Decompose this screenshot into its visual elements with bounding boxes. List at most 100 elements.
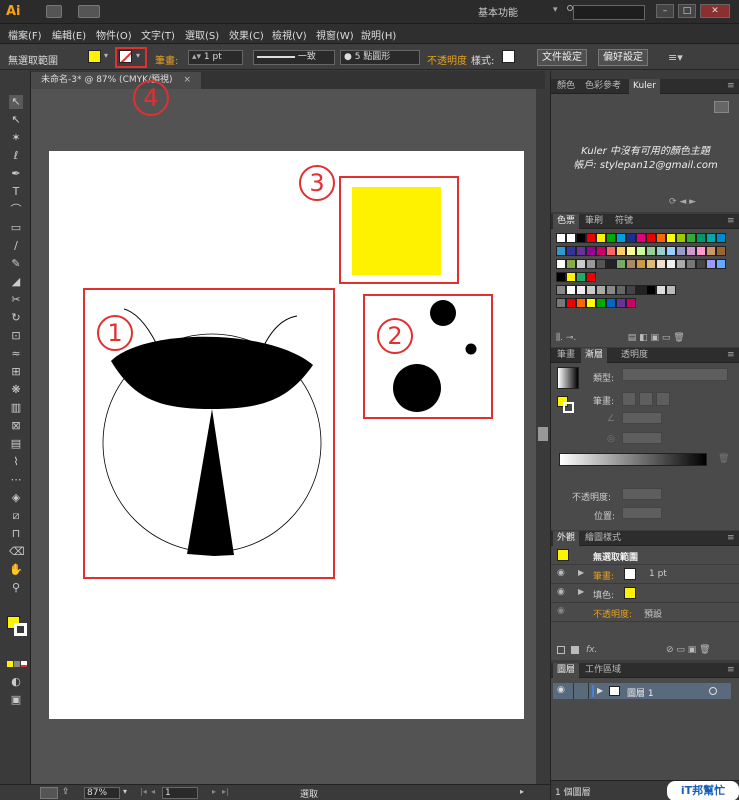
search-input[interactable] (573, 5, 645, 20)
color-swatch[interactable] (606, 285, 616, 295)
canvas-area[interactable]: 1 2 3 4 (31, 80, 536, 784)
column-graph-tool-icon[interactable]: ▥ (9, 401, 23, 415)
rotate-tool-icon[interactable]: ↻ (9, 311, 23, 325)
paintbrush-tool-icon[interactable]: ∕ (9, 239, 23, 253)
artboard-number-field[interactable]: 1 (162, 787, 198, 799)
stroke-weight-field[interactable]: ▴▾ 1 pt (188, 50, 243, 65)
color-swatch[interactable] (586, 233, 596, 243)
color-swatch[interactable] (576, 298, 586, 308)
color-swatch[interactable] (626, 259, 636, 269)
vertical-scrollbar[interactable] (536, 89, 550, 784)
scale-tool-icon[interactable]: ⊡ (9, 329, 23, 343)
status-left-icon[interactable] (40, 787, 58, 799)
color-swatch[interactable] (646, 246, 656, 256)
new-stroke-icon[interactable] (557, 646, 565, 654)
color-swatch[interactable] (636, 233, 646, 243)
color-swatch[interactable] (596, 233, 606, 243)
color-swatch[interactable] (566, 285, 576, 295)
expand-arrow-icon[interactable]: ▶ (578, 568, 584, 577)
next-artboard-icon[interactable]: ▸ (212, 787, 216, 796)
visibility-eye-icon[interactable]: ◉ (557, 587, 565, 597)
color-swatch[interactable] (596, 285, 606, 295)
color-swatch[interactable] (706, 259, 716, 269)
color-swatch[interactable] (556, 298, 566, 308)
tab-swatches[interactable]: 色票 (553, 214, 580, 229)
style-swatch[interactable] (502, 50, 515, 63)
stroke-profile-select[interactable]: 一致 (253, 50, 335, 65)
gradient-delete-icon[interactable]: 🗑 (718, 454, 729, 464)
color-swatch[interactable] (676, 246, 686, 256)
appearance-footer-icons[interactable]: ⊘ ▭ ▣ 🗑 (666, 645, 711, 655)
artboard-tool-icon[interactable]: ⊓ (9, 527, 23, 541)
swatch-grid[interactable] (556, 233, 726, 313)
color-swatch[interactable] (716, 246, 726, 256)
color-swatch[interactable] (656, 246, 666, 256)
symbol-sprayer-tool-icon[interactable]: ❋ (9, 383, 23, 397)
gradient-stroke-option-1[interactable] (622, 392, 636, 406)
color-swatch[interactable] (626, 285, 636, 295)
appearance-opacity-label[interactable]: 不透明度: (593, 607, 632, 620)
last-artboard-icon[interactable]: ▸| (222, 787, 229, 796)
scroll-thumb[interactable] (538, 427, 548, 441)
pen-tool-icon[interactable]: ✒ (9, 167, 23, 181)
kuler-footer-icons[interactable]: ⟳ ◄ ► (669, 197, 696, 207)
color-swatch[interactable] (566, 272, 576, 282)
first-artboard-icon[interactable]: |◂ (140, 787, 147, 796)
menu-help[interactable]: 說明(H) (361, 27, 396, 42)
visibility-eye-icon[interactable]: ◉ (557, 606, 565, 616)
tab-kuler[interactable]: Kuler (629, 79, 660, 94)
workspace-dropdown-icon[interactable]: ▾ (553, 5, 558, 15)
panel-menu-icon[interactable]: ≡ (727, 533, 735, 543)
color-swatch[interactable] (626, 298, 636, 308)
status-menu-icon[interactable]: ▸ (520, 787, 524, 796)
color-swatch[interactable] (616, 233, 626, 243)
color-swatch[interactable] (576, 259, 586, 269)
stroke-color-icon[interactable] (14, 623, 27, 636)
menu-effect[interactable]: 效果(C) (229, 27, 264, 42)
gradient-mode-icon[interactable] (14, 661, 20, 667)
tab-color[interactable]: 顏色 (553, 79, 579, 94)
color-swatch[interactable] (586, 259, 596, 269)
gradient-type-select[interactable] (622, 368, 728, 381)
color-swatch[interactable] (586, 246, 596, 256)
color-swatch[interactable] (566, 246, 576, 256)
tab-artboards[interactable]: 工作區域 (581, 663, 625, 678)
layer-lock-toggle[interactable] (573, 683, 589, 699)
gradient-stroke-icon[interactable] (563, 402, 574, 413)
menu-file[interactable]: 檔案(F) (8, 27, 42, 42)
appearance-opacity-row[interactable]: ◉ 不透明度: 預設 (551, 603, 739, 622)
gradient-aspect-field[interactable] (622, 432, 662, 444)
opacity-label[interactable]: 不透明度 (427, 52, 467, 67)
free-transform-tool-icon[interactable]: ⊞ (9, 365, 23, 379)
restore-button[interactable]: □ (678, 4, 696, 18)
color-swatch[interactable] (636, 285, 646, 295)
color-swatch[interactable] (576, 246, 586, 256)
color-swatch[interactable] (646, 233, 656, 243)
artboard[interactable]: 1 2 3 (49, 151, 524, 719)
color-swatch[interactable] (656, 285, 666, 295)
warp-tool-icon[interactable]: ≈ (9, 347, 23, 361)
color-swatch[interactable] (686, 246, 696, 256)
color-swatch[interactable] (616, 246, 626, 256)
color-swatch[interactable] (626, 246, 636, 256)
magic-wand-tool-icon[interactable]: ✶ (9, 131, 23, 145)
color-swatch[interactable] (686, 259, 696, 269)
color-swatch[interactable] (556, 272, 566, 282)
color-swatch[interactable] (556, 233, 566, 243)
color-swatch[interactable] (656, 259, 666, 269)
stroke-label[interactable]: 筆畫: (155, 52, 178, 67)
color-swatch[interactable] (606, 246, 616, 256)
bridge-icon[interactable] (46, 5, 62, 18)
arrange-documents-icon[interactable] (78, 5, 100, 18)
brush-select[interactable]: ● 5 點圓形 (340, 50, 420, 65)
expand-arrow-icon[interactable]: ▶ (578, 587, 584, 596)
color-swatch[interactable] (566, 233, 576, 243)
document-tab[interactable]: 未命名-3* @ 87% (CMYK/預視) × (31, 72, 201, 89)
gradient-opacity-field[interactable] (622, 488, 662, 500)
hand-tool-icon[interactable]: ✋ (9, 563, 23, 577)
layer-row[interactable]: ◉ ▶ 圖層 1 (553, 683, 731, 699)
tab-layers[interactable]: 圖層 (553, 663, 580, 678)
eyedropper-tool-icon[interactable]: ⌇ (9, 455, 23, 469)
color-swatch[interactable] (686, 233, 696, 243)
visibility-eye-icon[interactable]: ◉ (557, 568, 565, 578)
